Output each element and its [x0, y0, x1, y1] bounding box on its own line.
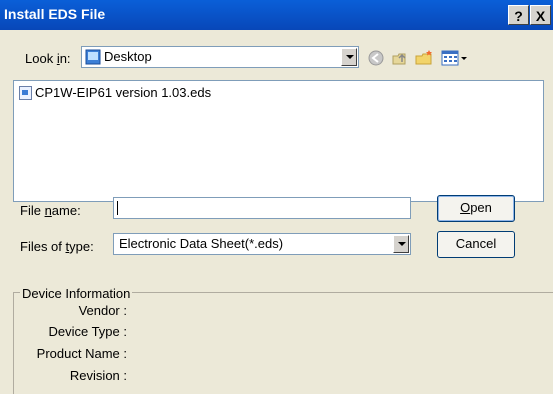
text-cursor [117, 201, 118, 215]
chevron-down-icon[interactable] [393, 235, 409, 253]
back-icon[interactable] [366, 48, 386, 68]
help-button[interactable]: ? [508, 5, 529, 25]
file-type-label: Files of type: [20, 239, 94, 254]
chevron-down-icon[interactable] [341, 48, 357, 66]
new-folder-icon[interactable] [414, 48, 434, 68]
open-button[interactable]: Open [437, 195, 515, 222]
look-in-dropdown[interactable]: Desktop [81, 46, 359, 68]
product-name-label: Product Name : [36, 346, 127, 361]
up-folder-icon[interactable] [390, 48, 410, 68]
file-name: CP1W-EIP61 version 1.03.eds [35, 85, 212, 100]
device-info-legend: Device Information [20, 286, 133, 301]
eds-file-icon [19, 85, 32, 100]
cancel-button[interactable]: Cancel [437, 231, 515, 258]
close-button[interactable]: X [530, 5, 551, 25]
look-in-label: Look in: [25, 51, 71, 66]
vendor-label: Vendor : [78, 303, 127, 318]
window-title: Install EDS File [4, 6, 106, 22]
file-type-value: Electronic Data Sheet(*.eds) [119, 236, 284, 251]
list-item[interactable]: CP1W-EIP61 version 1.03.eds [19, 85, 211, 100]
view-menu-icon[interactable] [440, 48, 470, 68]
file-name-label: File name: [20, 203, 81, 218]
device-type-label: Device Type : [48, 324, 127, 339]
title-bar[interactable]: Install EDS File ? X [0, 0, 553, 30]
revision-label: Revision : [69, 368, 127, 383]
look-in-value: Desktop [104, 49, 152, 64]
file-name-input[interactable] [113, 197, 411, 219]
file-type-dropdown[interactable]: Electronic Data Sheet(*.eds) [113, 233, 411, 255]
desktop-icon [85, 49, 101, 65]
file-list[interactable]: CP1W-EIP61 version 1.03.eds [13, 80, 544, 202]
